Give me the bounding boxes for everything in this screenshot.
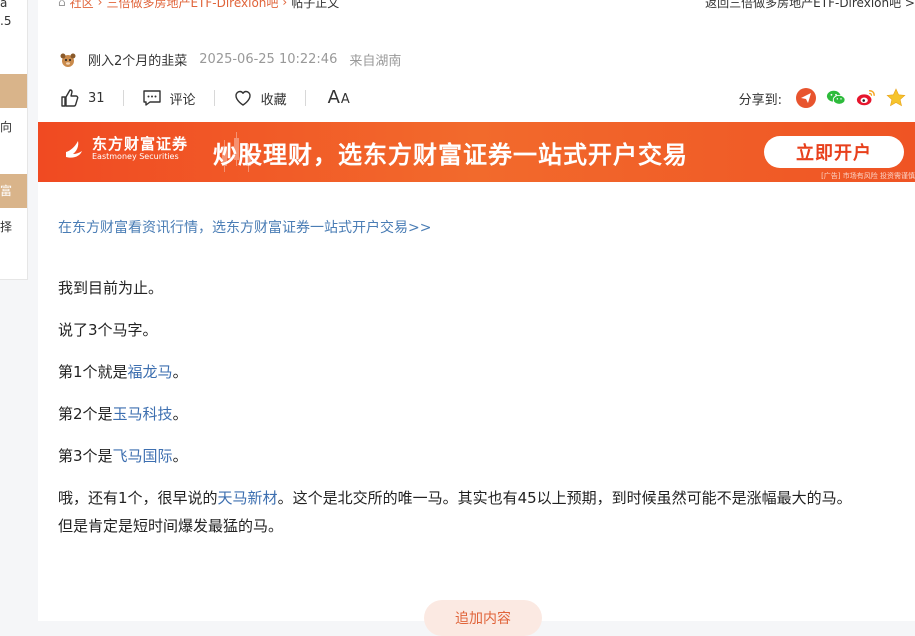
share-qzone-icon[interactable]	[886, 88, 906, 108]
sidebar-fragment: a	[0, 0, 8, 10]
share-guba-icon[interactable]	[796, 88, 816, 108]
ad-banner[interactable]: 东方财富证券 Eastmoney Securities 炒股理财，选东方财富证券…	[38, 122, 915, 182]
text: 。这个是北交所的唯一马。其实也有45以上预期，到时候虽然可能不是涨幅最大的马。	[277, 489, 852, 507]
chevron-right-icon: ›	[282, 0, 288, 9]
append-content-button[interactable]: 追加内容	[424, 600, 542, 636]
post-paragraph: 第2个是玉马科技。	[58, 400, 904, 428]
share-bar: 分享到:	[739, 88, 906, 108]
font-size-large-icon: A	[327, 87, 340, 108]
like-count: 31	[88, 90, 105, 106]
heart-icon	[234, 90, 251, 106]
post-location: 来自湖南	[349, 54, 402, 69]
chevron-right-icon: ›	[97, 0, 103, 9]
breadcrumb-home[interactable]: 社区	[70, 0, 94, 11]
stock-link-fulongma[interactable]: 福龙马	[128, 363, 173, 381]
text: 第3个是	[58, 447, 113, 465]
divider	[213, 90, 215, 106]
post-action-bar: 31 评论 收藏 A A 分享到:	[60, 86, 906, 110]
avatar[interactable]	[60, 52, 76, 68]
promo-link[interactable]: 在东方财富看资讯行情，选东方财富证券一站式开户交易>>	[58, 217, 431, 237]
post-content: 我到目前为止。 说了3个马字。 第1个就是福龙马。 第2个是玉马科技。 第3个是…	[58, 274, 904, 554]
thumbs-up-icon	[61, 89, 79, 107]
comment-button[interactable]: 评论	[142, 88, 196, 108]
post-paragraph: 哦，还有1个，很早说的天马新材。这个是北交所的唯一马。其实也有45以上预期，到时…	[58, 484, 904, 512]
favorite-button[interactable]: 收藏	[233, 88, 287, 108]
logo-text-en: Eastmoney Securities	[92, 152, 179, 161]
text: 。	[172, 363, 188, 381]
post-main-panel: ⌂ 社区 › 三倍做多房地产ETF-Direxion吧 › 帖子正文 返回三倍做…	[38, 0, 915, 636]
share-weibo-icon[interactable]	[856, 88, 876, 108]
text: 哦，还有1个，很早说的	[58, 489, 218, 507]
sidebar-highlight-band[interactable]	[0, 74, 27, 108]
post-paragraph: 我到目前为止。	[58, 279, 164, 297]
eastmoney-logo-icon	[66, 141, 82, 158]
author-info: 刚入2个月的韭菜 2025-06-25 10:22:46 来自湖南	[60, 50, 401, 69]
text: 。	[172, 405, 188, 423]
font-size-small-icon: A	[340, 92, 350, 107]
comment-icon	[142, 90, 161, 106]
home-icon[interactable]: ⌂	[58, 0, 66, 9]
divider	[122, 90, 124, 106]
sidebar-fragment: 择	[0, 220, 13, 234]
post-paragraph: 但是肯定是短时间爆发最猛的马。	[58, 517, 284, 535]
favorite-label: 收藏	[260, 92, 287, 108]
logo-text-cn: 东方财富证券	[92, 135, 189, 153]
stock-link-feima[interactable]: 飞马国际	[113, 447, 173, 465]
divider	[304, 90, 306, 106]
share-wechat-icon[interactable]	[826, 88, 846, 108]
sidebar-highlight-band[interactable]: 富	[0, 174, 27, 208]
text: 第2个是	[58, 405, 113, 423]
left-sidebar-card: a .5 向 富 择	[0, 0, 28, 280]
sidebar-fragment: 富	[0, 184, 13, 198]
stock-link-yuma[interactable]: 玉马科技	[113, 405, 173, 423]
font-size-toggle[interactable]: A A	[328, 89, 350, 107]
banner-slogan: 炒股理财，选东方财富证券一站式开户交易	[213, 141, 688, 169]
stock-link-tianma[interactable]: 天马新材	[218, 489, 278, 507]
comment-label: 评论	[169, 92, 196, 108]
breadcrumb-current: 帖子正文	[291, 0, 340, 10]
text: 第1个就是	[58, 363, 128, 381]
ad-disclaimer: [广告] 市场有风险 投资需谨慎	[821, 172, 915, 180]
back-to-bar-link[interactable]: 返回三倍做多房地产ETF-Direxion吧 >	[705, 0, 915, 11]
open-account-button[interactable]: 立即开户	[764, 136, 904, 168]
text: 。	[172, 447, 188, 465]
post-paragraph: 第3个是飞马国际。	[58, 442, 904, 470]
breadcrumb: ⌂ 社区 › 三倍做多房地产ETF-Direxion吧 › 帖子正文	[58, 0, 339, 10]
author-name[interactable]: 刚入2个月的韭菜	[88, 50, 187, 69]
post-paragraph: 说了3个马字。	[58, 321, 158, 339]
breadcrumb-bar[interactable]: 三倍做多房地产ETF-Direxion吧	[106, 0, 278, 11]
post-time: 2025-06-25 10:22:46	[199, 52, 338, 67]
sidebar-fragment: .5	[0, 14, 12, 28]
share-label: 分享到:	[738, 92, 782, 108]
like-button[interactable]: 31	[60, 88, 105, 108]
post-paragraph: 第1个就是福龙马。	[58, 358, 904, 386]
sidebar-fragment: 向	[0, 120, 13, 134]
eastmoney-logo: 东方财富证券 Eastmoney Securities	[64, 136, 188, 162]
